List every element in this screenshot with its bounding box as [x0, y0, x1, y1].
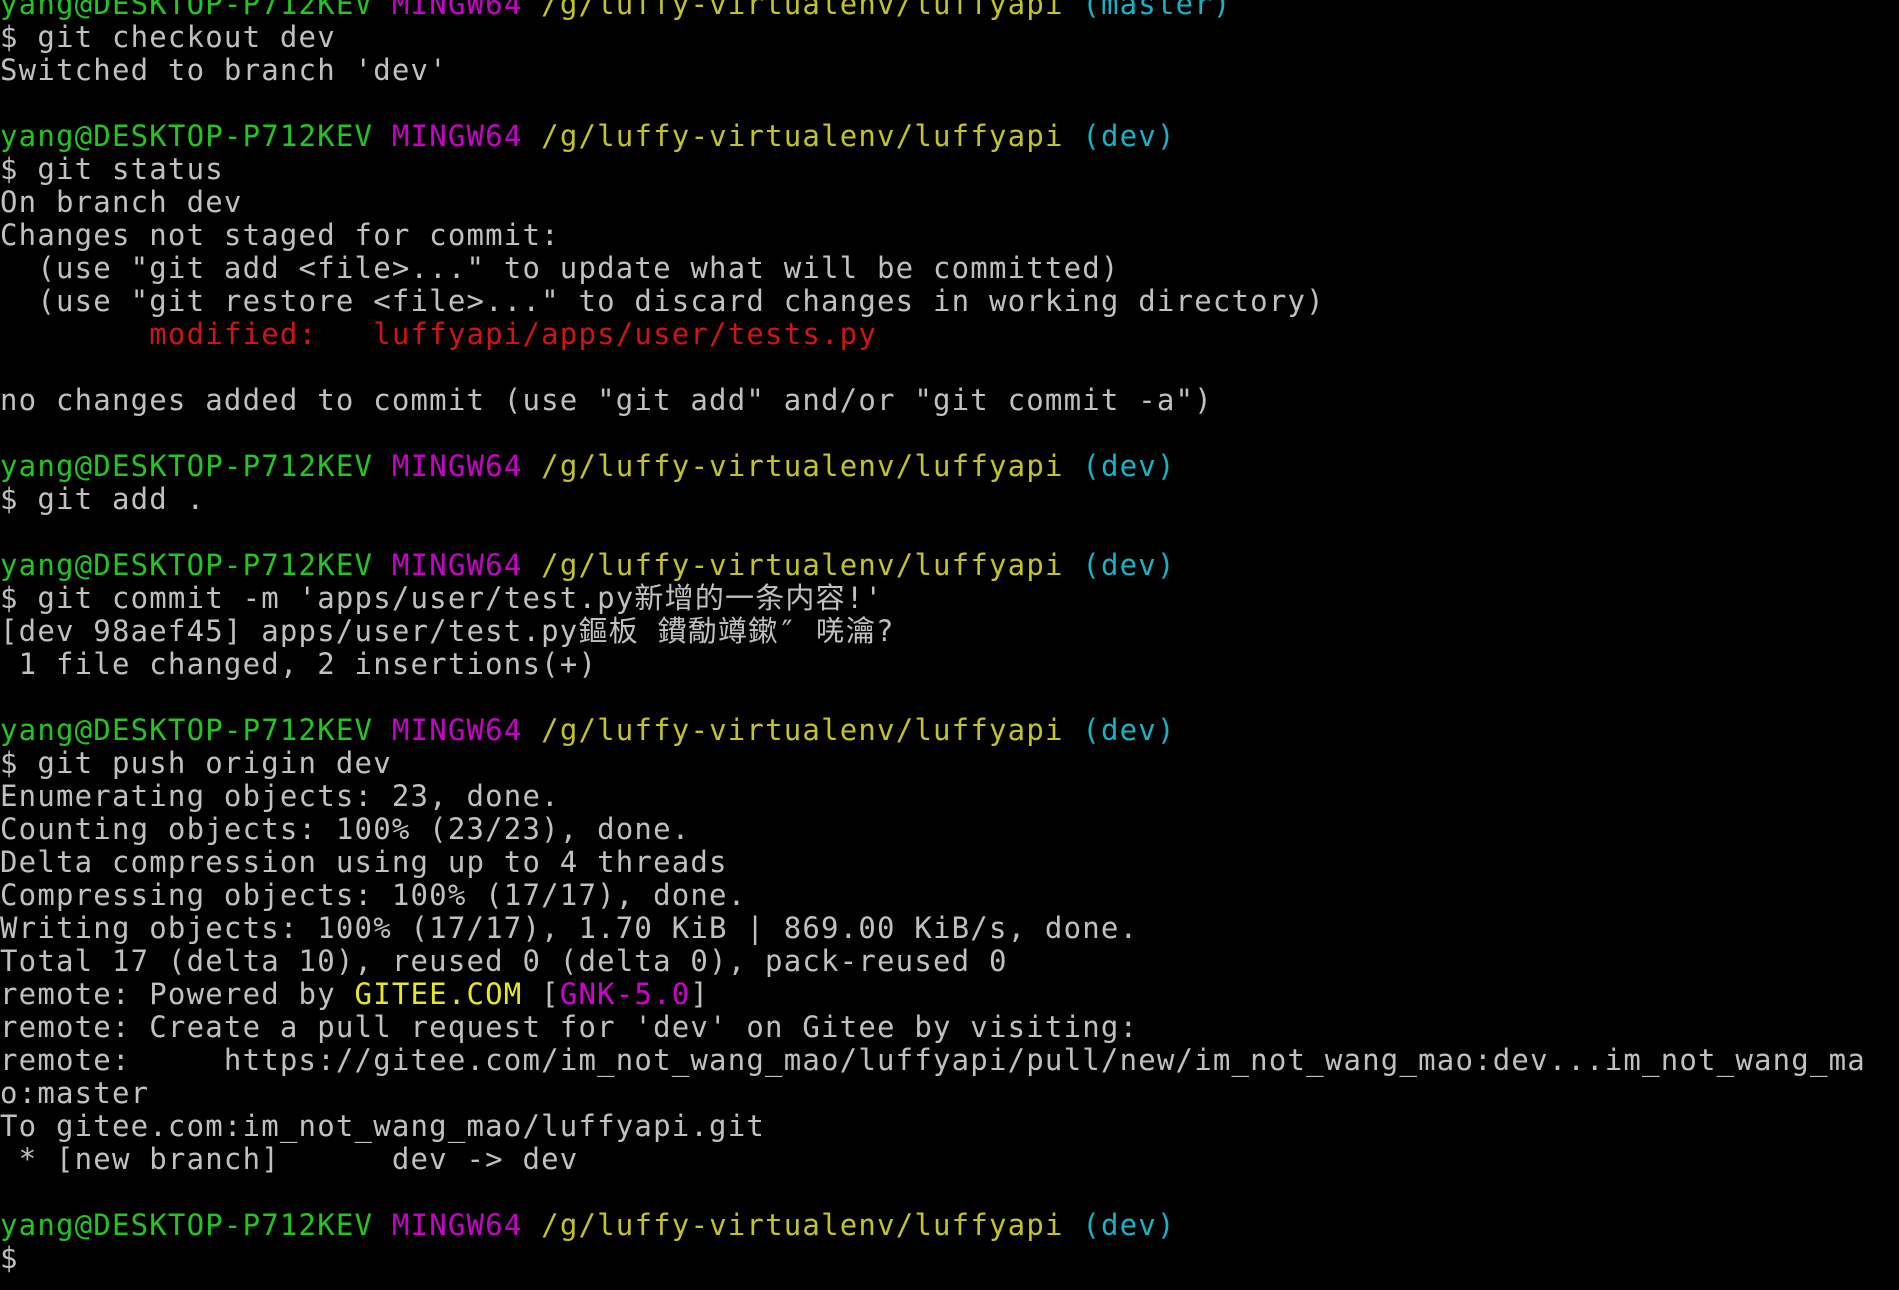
output-line: [dev 98aef45] apps/user/test.py鏂板 鐨勪竴鏉″ … — [0, 615, 1899, 648]
prompt-path: /g/luffy-virtualenv/luffyapi — [541, 0, 1064, 21]
output-line: Compressing objects: 100% (17/17), done. — [0, 879, 1899, 912]
prompt-user-host: yang@DESKTOP-P712KEV — [0, 1208, 374, 1242]
output-line: On branch dev — [0, 186, 1899, 219]
prompt-env: MINGW64 — [391, 713, 523, 747]
prompt-user-host: yang@DESKTOP-P712KEV — [0, 548, 374, 582]
prompt-line: yang@DESKTOP-P712KEV MINGW64 /g/luffy-vi… — [0, 120, 1899, 153]
output-text: GITEE.COM — [354, 977, 523, 1011]
output-text: $ — [0, 1241, 38, 1275]
output-line: Enumerating objects: 23, done. — [0, 780, 1899, 813]
output-text: remote: https://gitee.com/im_not_wang_ma… — [0, 1043, 1866, 1077]
output-text: no changes added to commit (use "git add… — [0, 383, 1213, 417]
output-text: [ — [522, 977, 560, 1011]
output-text: (use "git add <file>..." to update what … — [0, 251, 1120, 285]
prompt-line: yang@DESKTOP-P712KEV MINGW64 /g/luffy-vi… — [0, 549, 1899, 582]
prompt-branch: (dev) — [1082, 119, 1176, 153]
output-line: Total 17 (delta 10), reused 0 (delta 0),… — [0, 945, 1899, 978]
output-text: Writing objects: 100% (17/17), 1.70 KiB … — [0, 911, 1139, 945]
output-text: remote: Powered by — [0, 977, 355, 1011]
output-text: $ git status — [0, 152, 224, 186]
output-text: On branch dev — [0, 185, 243, 219]
prompt-env: MINGW64 — [391, 119, 523, 153]
output-text: Changes not staged for commit: — [0, 218, 560, 252]
prompt-line: yang@DESKTOP-P712KEV MINGW64 /g/luffy-vi… — [0, 1209, 1899, 1242]
output-line: Changes not staged for commit: — [0, 219, 1899, 252]
output-text: Delta compression using up to 4 threads — [0, 845, 728, 879]
output-line: (use "git restore <file>..." to discard … — [0, 285, 1899, 318]
prompt-user-host: yang@DESKTOP-P712KEV — [0, 119, 374, 153]
prompt-env: MINGW64 — [391, 0, 523, 21]
output-text: Enumerating objects: 23, done. — [0, 779, 560, 813]
output-text: $ git push origin dev — [0, 746, 392, 780]
output-text: Total 17 (delta 10), reused 0 (delta 0),… — [0, 944, 1008, 978]
output-text: Compressing objects: 100% (17/17), done. — [0, 878, 747, 912]
prompt-path: /g/luffy-virtualenv/luffyapi — [541, 1208, 1064, 1242]
output-line: (use "git add <file>..." to update what … — [0, 252, 1899, 285]
prompt-user-host: yang@DESKTOP-P712KEV — [0, 449, 374, 483]
output-text: $ git add . — [0, 482, 206, 516]
prompt-env: MINGW64 — [391, 449, 523, 483]
output-text: $ git checkout dev — [0, 20, 336, 54]
output-line: modified: luffyapi/apps/user/tests.py — [0, 318, 1899, 351]
output-line: To gitee.com:im_not_wang_mao/luffyapi.gi… — [0, 1110, 1899, 1143]
output-text: * [new branch] dev -> dev — [0, 1142, 579, 1176]
output-text: (use "git restore <file>..." to discard … — [0, 284, 1325, 318]
prompt-branch: (dev) — [1082, 449, 1176, 483]
output-line: Switched to branch 'dev' — [0, 54, 1899, 87]
prompt-env: MINGW64 — [391, 1208, 523, 1242]
prompt-line: yang@DESKTOP-P712KEV MINGW64 /g/luffy-vi… — [0, 0, 1899, 21]
command-input-line[interactable]: $ — [0, 1242, 1899, 1275]
output-line: * [new branch] dev -> dev — [0, 1143, 1899, 1176]
output-line: remote: Powered by GITEE.COM [GNK-5.0] — [0, 978, 1899, 1011]
terminal-output: yang@DESKTOP-P712KEV MINGW64 /g/luffy-vi… — [0, 0, 1899, 1275]
prompt-path: /g/luffy-virtualenv/luffyapi — [541, 449, 1064, 483]
output-text: o:master — [0, 1076, 150, 1110]
output-line: Writing objects: 100% (17/17), 1.70 KiB … — [0, 912, 1899, 945]
output-line: $ git checkout dev — [0, 21, 1899, 54]
output-line: $ git add . — [0, 483, 1899, 516]
output-line: Delta compression using up to 4 threads — [0, 846, 1899, 879]
prompt-branch: (dev) — [1082, 713, 1176, 747]
prompt-branch: (master) — [1082, 0, 1232, 21]
output-text: modified: luffyapi/apps/user/tests.py — [0, 317, 877, 351]
output-line: 1 file changed, 2 insertions(+) — [0, 648, 1899, 681]
output-text: Counting objects: 100% (23/23), done. — [0, 812, 691, 846]
output-text: ] — [690, 977, 710, 1011]
text-cursor — [37, 1245, 54, 1272]
prompt-path: /g/luffy-virtualenv/luffyapi — [541, 119, 1064, 153]
prompt-env: MINGW64 — [391, 548, 523, 582]
output-line: $ git status — [0, 153, 1899, 186]
output-line: Counting objects: 100% (23/23), done. — [0, 813, 1899, 846]
terminal-window[interactable]: yang@DESKTOP-P712KEV MINGW64 /g/luffy-vi… — [0, 0, 1899, 1290]
output-line: no changes added to commit (use "git add… — [0, 384, 1899, 417]
output-text: GNK-5.0 — [559, 977, 691, 1011]
output-text: remote: Create a pull request for 'dev' … — [0, 1010, 1139, 1044]
prompt-path: /g/luffy-virtualenv/luffyapi — [541, 548, 1064, 582]
prompt-path: /g/luffy-virtualenv/luffyapi — [541, 713, 1064, 747]
output-line: remote: Create a pull request for 'dev' … — [0, 1011, 1899, 1044]
output-line: $ git commit -m 'apps/user/test.py新增的一条内… — [0, 582, 1899, 615]
output-line: remote: https://gitee.com/im_not_wang_ma… — [0, 1044, 1899, 1077]
prompt-branch: (dev) — [1082, 1208, 1176, 1242]
output-text: To gitee.com:im_not_wang_mao/luffyapi.gi… — [0, 1109, 766, 1143]
output-line: $ git push origin dev — [0, 747, 1899, 780]
output-text: [dev 98aef45] apps/user/test.py鏂板 鐨勪竴鏉″ … — [0, 614, 895, 648]
prompt-user-host: yang@DESKTOP-P712KEV — [0, 0, 374, 21]
output-line: o:master — [0, 1077, 1899, 1110]
prompt-line: yang@DESKTOP-P712KEV MINGW64 /g/luffy-vi… — [0, 450, 1899, 483]
prompt-user-host: yang@DESKTOP-P712KEV — [0, 713, 374, 747]
output-text: $ git commit -m 'apps/user/test.py新增的一条内… — [0, 581, 884, 615]
output-text: 1 file changed, 2 insertions(+) — [0, 647, 598, 681]
prompt-branch: (dev) — [1082, 548, 1176, 582]
output-text: Switched to branch 'dev' — [0, 53, 448, 87]
prompt-line: yang@DESKTOP-P712KEV MINGW64 /g/luffy-vi… — [0, 714, 1899, 747]
